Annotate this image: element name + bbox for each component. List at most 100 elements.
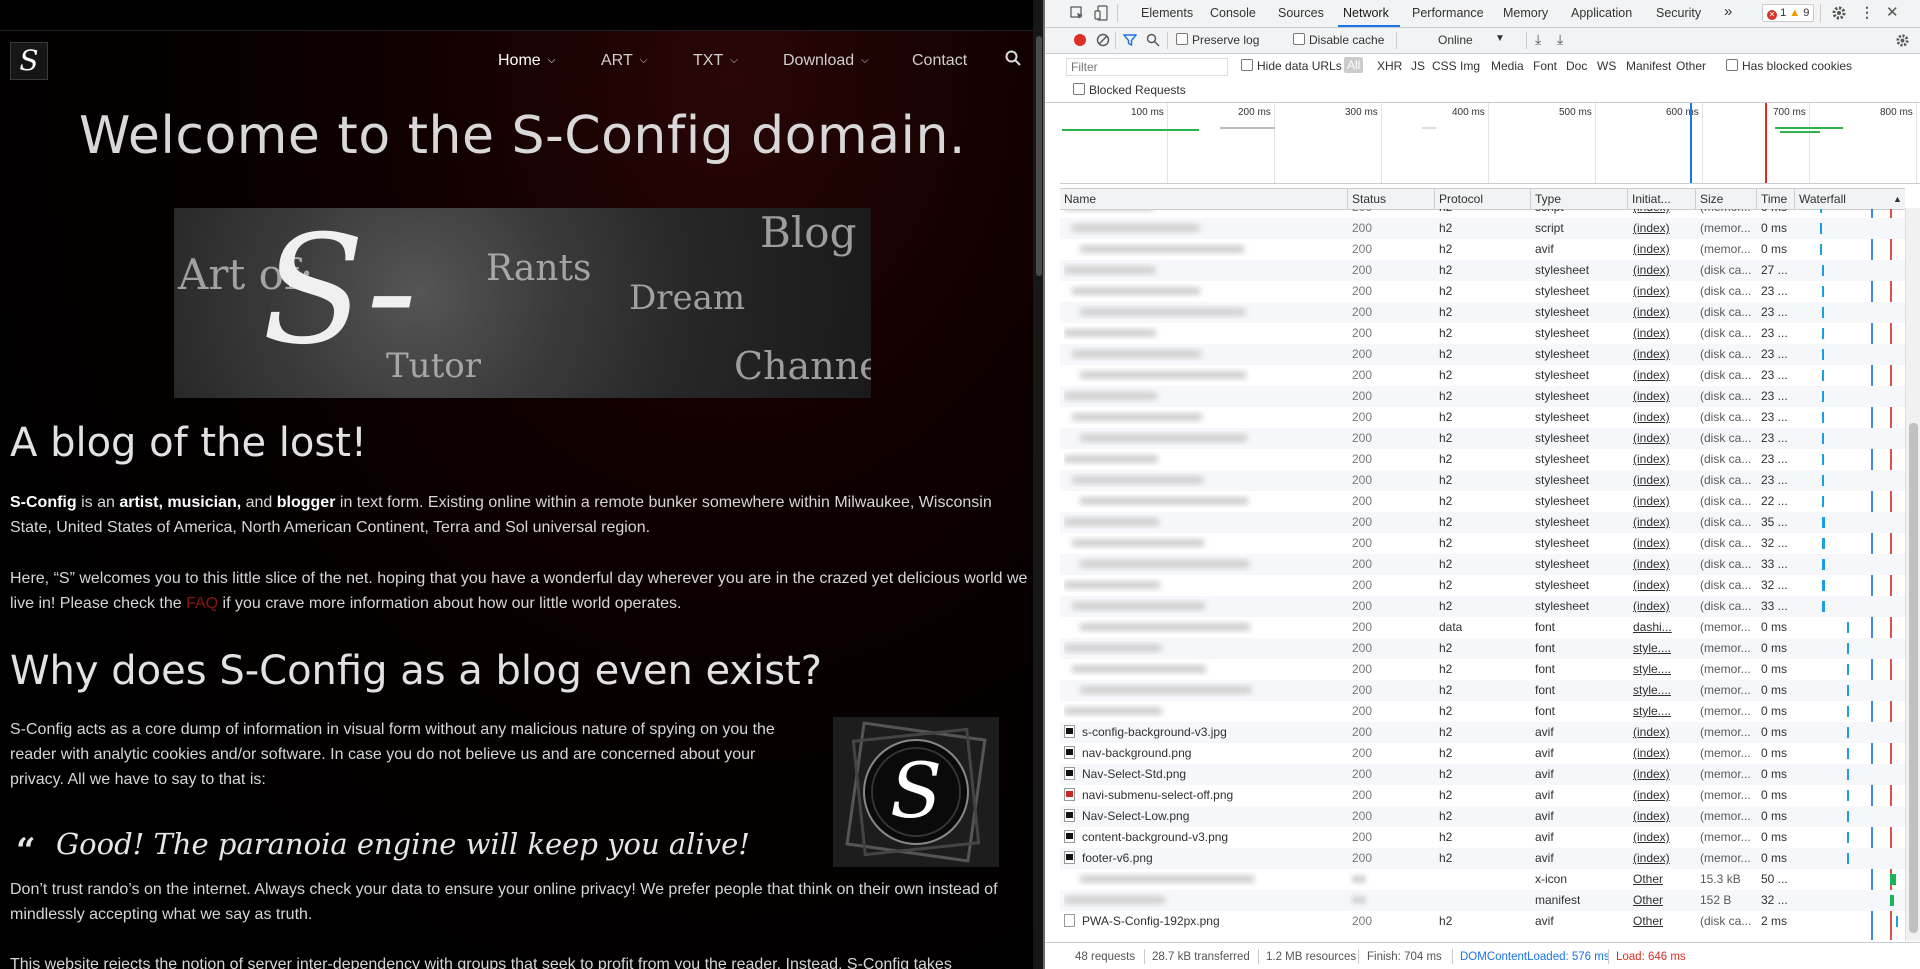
hide-data-urls-checkbox[interactable]: Hide data URLs xyxy=(1241,59,1342,73)
request-initiator[interactable]: (index) xyxy=(1633,788,1670,802)
nav-home[interactable]: Home ⌵ xyxy=(498,52,555,70)
table-row[interactable]: navi-submenu-select-off.png 200 h2 avif (ind… xyxy=(1060,785,1905,806)
table-row[interactable]: 200 h2 stylesheet (index) (disk ca... 23 ... xyxy=(1060,365,1905,386)
tab-memory[interactable]: Memory xyxy=(1503,6,1548,20)
search-icon[interactable] xyxy=(1146,33,1160,47)
request-initiator[interactable]: (index) xyxy=(1633,830,1670,844)
table-row[interactable]: 200 h2 script (index) (memor... 0 ms xyxy=(1060,209,1905,218)
request-name[interactable] xyxy=(1064,326,1326,340)
request-name[interactable] xyxy=(1064,410,1326,424)
table-row[interactable]: 200 h2 stylesheet (index) (disk ca... 22 ... xyxy=(1060,491,1905,512)
table-row[interactable]: 200 h2 stylesheet (index) (disk ca... 23 ... xyxy=(1060,344,1905,365)
request-initiator[interactable]: style.... xyxy=(1633,662,1671,676)
type-filter-manifest[interactable]: Manifest xyxy=(1626,59,1671,73)
table-row[interactable]: content-background-v3.png 200 h2 avif (index… xyxy=(1060,827,1905,848)
request-name[interactable]: PWA-S-Config-192px.png xyxy=(1064,914,1326,928)
column-name[interactable]: Name xyxy=(1064,192,1096,206)
request-name[interactable]: navi-submenu-select-off.png xyxy=(1064,788,1326,802)
request-name[interactable] xyxy=(1064,872,1326,886)
network-overview-timeline[interactable]: 100 ms 200 ms 300 ms 400 ms 500 ms 600 m… xyxy=(1060,103,1920,184)
request-initiator[interactable]: Other xyxy=(1633,914,1663,928)
site-logo[interactable]: S xyxy=(10,42,48,80)
request-name[interactable]: nav-background.png xyxy=(1064,746,1326,760)
table-row[interactable]: 200 h2 script (index) (memor... 0 ms xyxy=(1060,218,1905,239)
type-filter-xhr[interactable]: XHR xyxy=(1377,59,1402,73)
request-initiator[interactable]: (index) xyxy=(1633,767,1670,781)
more-tabs-button[interactable]: » xyxy=(1724,3,1732,20)
column-waterfall[interactable]: Waterfall xyxy=(1799,192,1846,206)
table-row[interactable]: 200 h2 stylesheet (index) (disk ca... 23 ... xyxy=(1060,407,1905,428)
page-scrollbar-thumb[interactable] xyxy=(1036,36,1042,276)
request-initiator[interactable]: (index) xyxy=(1633,410,1670,424)
request-name[interactable] xyxy=(1064,893,1326,907)
table-row[interactable]: 200 h2 font style.... (memor... 0 ms xyxy=(1060,701,1905,722)
request-name[interactable] xyxy=(1064,452,1326,466)
table-row[interactable]: 200 h2 stylesheet (index) (disk ca... 35 ... xyxy=(1060,512,1905,533)
table-row[interactable]: 200 h2 stylesheet (index) (disk ca... 33 ... xyxy=(1060,554,1905,575)
type-filter-other[interactable]: Other xyxy=(1676,59,1706,73)
table-row[interactable]: 200 h2 stylesheet (index) (disk ca... 32 ... xyxy=(1060,575,1905,596)
request-initiator[interactable]: Other xyxy=(1633,893,1663,907)
filter-icon[interactable] xyxy=(1123,33,1137,47)
column-protocol[interactable]: Protocol xyxy=(1439,192,1483,206)
request-initiator[interactable]: (index) xyxy=(1633,599,1670,613)
nav-download[interactable]: Download ⌵ xyxy=(783,52,869,70)
column-size[interactable]: Size xyxy=(1700,192,1723,206)
table-scrollbar-thumb[interactable] xyxy=(1909,423,1918,933)
device-toolbar-icon[interactable] xyxy=(1094,5,1109,21)
request-name[interactable] xyxy=(1064,209,1326,214)
table-row[interactable]: 200 h2 font style.... (memor... 0 ms xyxy=(1060,680,1905,701)
tab-network[interactable]: Network xyxy=(1343,6,1389,20)
kebab-menu-icon[interactable]: ⋮ xyxy=(1860,4,1874,21)
request-initiator[interactable]: (index) xyxy=(1633,389,1670,403)
tab-application[interactable]: Application xyxy=(1571,6,1632,20)
request-name[interactable] xyxy=(1064,221,1326,235)
request-name[interactable] xyxy=(1064,536,1326,550)
issues-counter[interactable]: ✕ 1 ▲ 9 xyxy=(1762,4,1815,22)
table-row[interactable]: Nav-Select-Std.png 200 h2 avif (index) (memor… xyxy=(1060,764,1905,785)
request-name[interactable] xyxy=(1064,557,1326,571)
request-name[interactable] xyxy=(1064,368,1326,382)
type-filter-ws[interactable]: WS xyxy=(1597,59,1616,73)
request-initiator[interactable]: style.... xyxy=(1633,641,1671,655)
tab-console[interactable]: Console xyxy=(1210,6,1256,20)
request-name[interactable] xyxy=(1064,641,1326,655)
table-row[interactable]: 200 h2 stylesheet (index) (disk ca... 23 ... xyxy=(1060,449,1905,470)
request-initiator[interactable]: (index) xyxy=(1633,452,1670,466)
type-filter-js[interactable]: JS xyxy=(1411,59,1425,73)
type-filter-font[interactable]: Font xyxy=(1533,59,1557,73)
request-initiator[interactable]: (index) xyxy=(1633,305,1670,319)
table-scrollbar[interactable] xyxy=(1905,208,1920,941)
disable-cache-checkbox[interactable]: Disable cache xyxy=(1293,33,1384,47)
request-name[interactable] xyxy=(1064,515,1326,529)
request-name[interactable]: content-background-v3.png xyxy=(1064,830,1326,844)
request-initiator[interactable]: style.... xyxy=(1633,704,1671,718)
request-name[interactable] xyxy=(1064,431,1326,445)
request-name[interactable]: Nav-Select-Std.png xyxy=(1064,767,1326,781)
request-initiator[interactable]: (index) xyxy=(1633,263,1670,277)
request-name[interactable] xyxy=(1064,683,1326,697)
table-row[interactable]: 200 h2 stylesheet (index) (disk ca... 23 ... xyxy=(1060,323,1905,344)
search-icon[interactable] xyxy=(1005,50,1021,66)
table-row[interactable]: 200 h2 stylesheet (index) (disk ca... 23 ... xyxy=(1060,428,1905,449)
gear-icon[interactable] xyxy=(1831,5,1847,21)
table-row[interactable]: s-config-background-v3.jpg 200 h2 avif (inde… xyxy=(1060,722,1905,743)
request-initiator[interactable]: (index) xyxy=(1633,221,1670,235)
filter-input[interactable] xyxy=(1066,58,1228,76)
faq-link[interactable]: FAQ xyxy=(186,595,218,612)
table-row[interactable]: 200 h2 stylesheet (index) (disk ca... 23 ... xyxy=(1060,302,1905,323)
type-filter-media[interactable]: Media xyxy=(1491,59,1524,73)
request-initiator[interactable]: (index) xyxy=(1633,725,1670,739)
request-name[interactable] xyxy=(1064,242,1326,256)
nav-txt[interactable]: TXT ⌵ xyxy=(693,52,738,70)
request-initiator[interactable]: Other xyxy=(1633,872,1663,886)
request-initiator[interactable]: (index) xyxy=(1633,851,1670,865)
nav-contact[interactable]: Contact xyxy=(912,52,967,70)
request-initiator[interactable]: style.... xyxy=(1633,683,1671,697)
column-time[interactable]: Time xyxy=(1761,192,1787,206)
request-name[interactable] xyxy=(1064,263,1326,277)
tab-sources[interactable]: Sources xyxy=(1278,6,1324,20)
column-initiator[interactable]: Initiat... xyxy=(1632,192,1671,206)
request-name[interactable] xyxy=(1064,599,1326,613)
table-row[interactable]: 200 h2 font style.... (memor... 0 ms xyxy=(1060,659,1905,680)
